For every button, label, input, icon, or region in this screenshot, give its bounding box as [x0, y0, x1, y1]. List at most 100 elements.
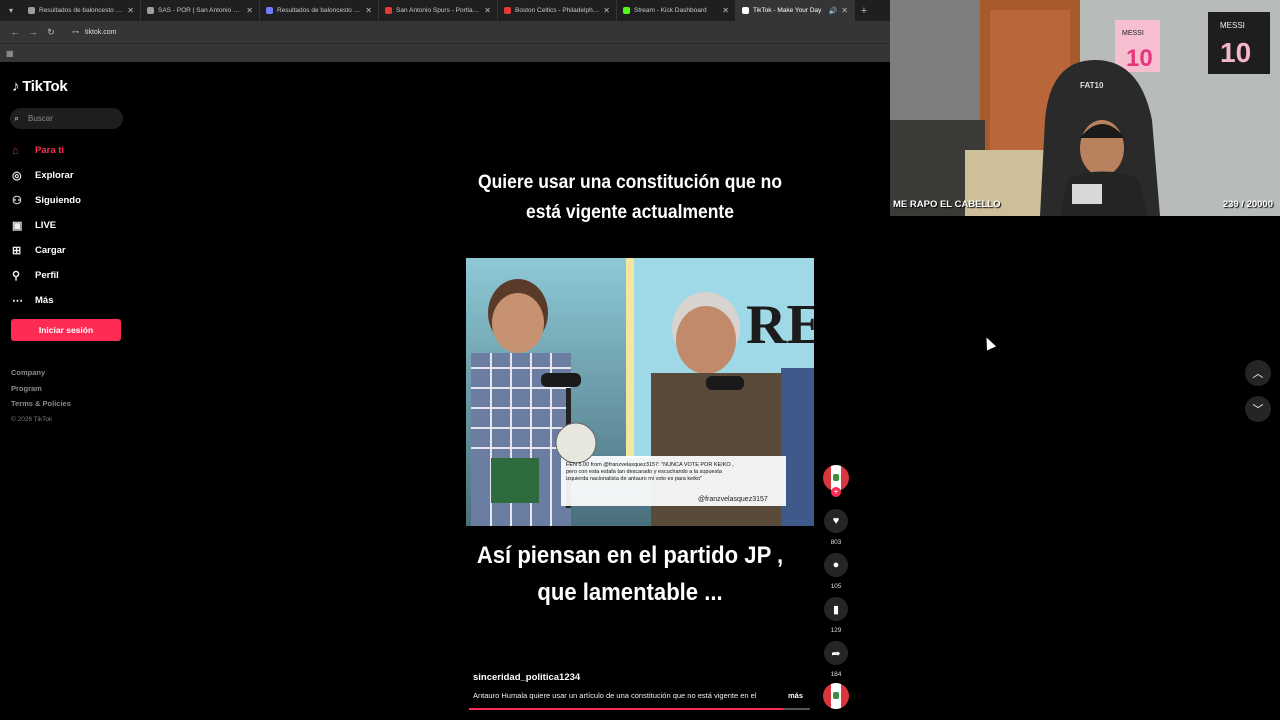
follow-plus-icon[interactable]: + — [831, 487, 841, 497]
site-info-icon[interactable]: ⊶ — [72, 28, 79, 36]
tiktok-note-icon: ♪ — [12, 78, 20, 95]
tab-close-icon[interactable]: ✕ — [246, 6, 253, 15]
sidebar-item-label: Cargar — [35, 245, 66, 256]
share-icon[interactable]: ➦ — [824, 641, 848, 665]
tab-title: Stream - Kick Dashboard — [634, 7, 707, 14]
overlay-handle: @franzvelasquez3157 — [698, 496, 768, 503]
login-button[interactable]: Iniciar sesión — [11, 319, 121, 341]
tab-favicon-icon — [623, 7, 630, 14]
upload-icon: ⊞ — [12, 245, 22, 257]
tab-title: Boston Celtics - Philadelphia 76 — [515, 7, 600, 14]
tab-title: Resultados de baloncesto en di — [277, 7, 362, 14]
footer-program-link[interactable]: Program — [11, 381, 71, 397]
tab-search-icon[interactable]: ▾ — [0, 0, 22, 21]
tab-close-icon[interactable]: ✕ — [603, 6, 610, 15]
heart-icon[interactable]: ♥ — [824, 509, 848, 533]
tab-favicon-icon — [28, 7, 35, 14]
profile-icon: ⚲ — [12, 270, 21, 282]
comment-count: 105 — [830, 583, 842, 590]
following-icon: ⚇ — [12, 195, 22, 207]
svg-text:FAT10: FAT10 — [1080, 81, 1104, 90]
logo-text: TikTok — [22, 78, 68, 95]
video-scene-image: RE FEN 5.00 from @franzvelasquez3157: "N… — [466, 258, 814, 526]
browser-tab[interactable]: Resultados de baloncesto en di ✕ — [260, 0, 379, 21]
sidebar-item-live[interactable]: ▣ LIVE — [12, 213, 132, 238]
back-icon[interactable]: ← — [6, 27, 24, 37]
share-count: 184 — [830, 671, 842, 678]
creator-avatar-wrap: + — [822, 465, 850, 501]
comment-icon[interactable]: ● — [824, 553, 848, 577]
reload-icon[interactable]: ↻ — [42, 27, 60, 38]
sidebar-item-label: LIVE — [35, 220, 57, 231]
sound-avatar-wrap — [822, 683, 850, 709]
tab-close-icon[interactable]: ✕ — [841, 6, 848, 15]
url-field[interactable]: ⊶ tiktok.com — [66, 24, 886, 40]
tab-favicon-icon — [266, 7, 273, 14]
browser-tab[interactable]: San Antonio Spurs - Portland T ✕ — [379, 0, 498, 21]
footer-terms-link[interactable]: Terms & Policies — [11, 396, 71, 412]
webcam-scene-image: MESSI 10 MESSI 10 FAT10 — [890, 0, 1280, 216]
sidebar-item-explorar[interactable]: ◎ Explorar — [12, 163, 132, 188]
search-input[interactable]: ⌕ Buscar — [10, 108, 123, 129]
video-caption-top: Quiere usar una constitución que no está… — [477, 172, 783, 223]
tab-title: San Antonio Spurs - Portland T — [396, 7, 481, 14]
sidebar-item-perfil[interactable]: ⚲ Perfil — [12, 263, 132, 288]
sidebar-item-label: Explorar — [35, 170, 74, 181]
sidebar-item-cargar[interactable]: ⊞ Cargar — [12, 238, 132, 263]
tab-audio-icon[interactable]: 🔊 — [829, 7, 838, 15]
browser-tab[interactable]: Boston Celtics - Philadelphia 76 ✕ — [498, 0, 617, 21]
browser-chrome: ▾ Resultados de baloncesto en vi ✕ SAS - P… — [0, 0, 890, 62]
tab-close-icon[interactable]: ✕ — [127, 6, 134, 15]
svg-text:MESSI: MESSI — [1220, 21, 1245, 30]
forward-icon[interactable]: → — [24, 27, 42, 37]
svg-text:10: 10 — [1126, 45, 1153, 72]
browser-tab[interactable]: Stream - Kick Dashboard ✕ — [617, 0, 736, 21]
mouse-cursor-icon — [981, 335, 997, 351]
next-video-button[interactable]: ﹀ — [1245, 396, 1271, 422]
tab-title: SAS - POR | San Antonio Spurs — [158, 7, 243, 14]
comment-action[interactable]: ● 105 — [822, 553, 850, 591]
browser-tab[interactable]: TikTok - Make Your Day 🔊 ✕ — [736, 0, 855, 21]
sidebar-item-siguiendo[interactable]: ⚇ Siguiendo — [12, 188, 132, 213]
screen: ▾ Resultados de baloncesto en vi ✕ SAS - P… — [0, 0, 1280, 720]
like-action[interactable]: ♥ 803 — [822, 509, 850, 547]
video-frame[interactable]: RE FEN 5.00 from @franzvelasquez3157: "N… — [466, 258, 814, 526]
tiktok-logo[interactable]: ♪ TikTok — [12, 78, 68, 95]
sidebar-item-label: Para ti — [35, 145, 65, 156]
footer-company-link[interactable]: Company — [11, 365, 71, 381]
tab-title: Resultados de baloncesto en vi — [39, 7, 124, 14]
tab-strip: ▾ Resultados de baloncesto en vi ✕ SAS - P… — [0, 0, 890, 21]
footer-copyright: © 2026 TikTok — [11, 415, 53, 423]
tab-title: TikTok - Make Your Day — [753, 7, 822, 14]
svg-text:RE: RE — [746, 294, 814, 356]
bookmarks-bar: ▦ — [0, 43, 890, 62]
new-tab-button[interactable]: + — [855, 5, 873, 17]
video-progress-bar[interactable] — [469, 708, 810, 710]
apps-icon[interactable]: ▦ — [6, 49, 14, 58]
sidebar-footer: Company Program Terms & Policies © 2026 … — [11, 365, 71, 427]
sidebar-item-más[interactable]: ⋯ Más — [12, 288, 132, 313]
previous-video-button[interactable]: ︿ — [1245, 360, 1271, 386]
sidebar-item-label: Siguiendo — [35, 195, 81, 206]
svg-text:MESSI: MESSI — [1122, 30, 1144, 37]
compass-icon: ◎ — [12, 170, 22, 182]
home-icon: ⌂ — [12, 144, 19, 157]
sidebar-item-para-ti[interactable]: ⌂ Para ti — [12, 138, 132, 163]
bookmark-icon[interactable]: ▮ — [824, 597, 848, 621]
more-icon: ⋯ — [12, 295, 23, 307]
sidebar-nav: ⌂ Para ti ◎ Explorar ⚇ Siguiendo ▣ LIVE ⊞ Cargar ⚲… — [12, 138, 132, 313]
browser-tab[interactable]: Resultados de baloncesto en vi ✕ — [22, 0, 141, 21]
live-icon: ▣ — [12, 220, 23, 232]
video-caption-bottom: Así piensan en el partido JP , que lamen… — [476, 542, 784, 606]
save-action[interactable]: ▮ 129 — [822, 597, 850, 635]
sound-disc-icon[interactable] — [823, 683, 849, 709]
tab-close-icon[interactable]: ✕ — [722, 6, 729, 15]
chevron-up-icon: ︿ — [1252, 368, 1264, 380]
tab-close-icon[interactable]: ✕ — [365, 6, 372, 15]
browser-tab[interactable]: SAS - POR | San Antonio Spurs ✕ — [141, 0, 260, 21]
video-author[interactable]: sinceridad_politica1234 — [473, 672, 580, 683]
more-button[interactable]: más — [788, 691, 803, 700]
share-action[interactable]: ➦ 184 — [822, 641, 850, 679]
webcam-goal-label: ME RAPO EL CABELLO — [893, 199, 1001, 210]
tab-close-icon[interactable]: ✕ — [484, 6, 491, 15]
